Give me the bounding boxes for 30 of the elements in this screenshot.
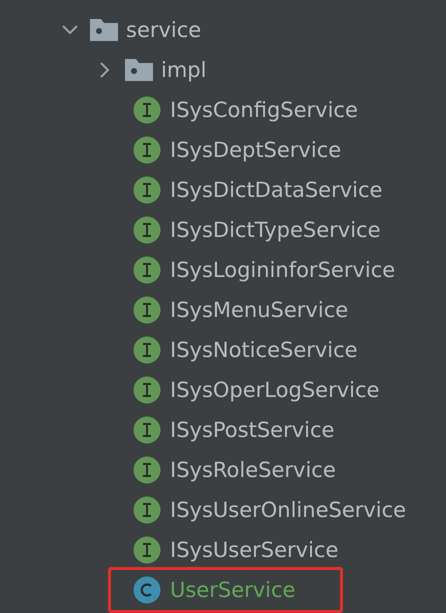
- interface-icon: [133, 336, 161, 364]
- interface-icon: [133, 96, 161, 124]
- interface-icon: [133, 536, 161, 564]
- tree-item-label[interactable]: UserService: [170, 580, 296, 600]
- interface-icon: [133, 376, 161, 404]
- class-icon: [133, 576, 161, 604]
- tree-item-label[interactable]: impl: [161, 60, 206, 80]
- tree-item-label[interactable]: ISysRoleService: [170, 460, 336, 480]
- tree-item-label[interactable]: service: [126, 20, 202, 40]
- folder-icon: [125, 59, 153, 81]
- interface-icon: [133, 296, 161, 324]
- tree-item-label[interactable]: ISysMenuService: [170, 300, 348, 320]
- tree-item-label[interactable]: ISysConfigService: [170, 100, 358, 120]
- tree-item-label[interactable]: ISysUserOnlineService: [170, 500, 406, 520]
- interface-icon: [133, 496, 161, 524]
- interface-icon: [133, 176, 161, 204]
- interface-icon: [133, 456, 161, 484]
- tree-item-label[interactable]: ISysDictDataService: [170, 180, 382, 200]
- interface-icon: [133, 256, 161, 284]
- interface-icon: [133, 136, 161, 164]
- tree-item-label[interactable]: ISysPostService: [170, 420, 334, 440]
- interface-icon: [133, 216, 161, 244]
- interface-icon: [133, 416, 161, 444]
- folder-icon: [90, 19, 118, 41]
- tree-item-label[interactable]: ISysLogininforService: [170, 260, 396, 280]
- tree-item-label[interactable]: ISysUserService: [170, 540, 338, 560]
- tree-item-label[interactable]: ISysDictTypeService: [170, 220, 381, 240]
- tree-item-label[interactable]: ISysOperLogService: [170, 380, 380, 400]
- tree-item-label[interactable]: ISysNoticeService: [170, 340, 358, 360]
- tree-item-label[interactable]: ISysDeptService: [170, 140, 342, 160]
